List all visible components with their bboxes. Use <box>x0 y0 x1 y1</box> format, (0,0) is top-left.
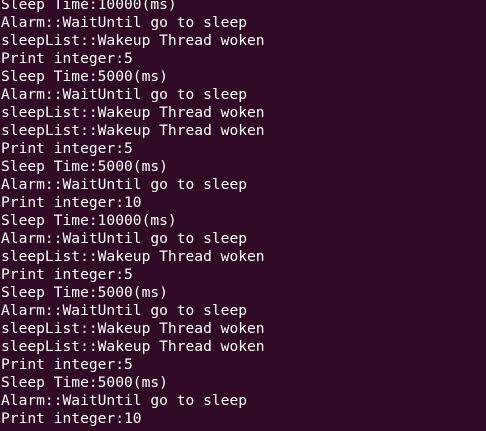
terminal-line: sleepList::Wakeup Thread woken <box>1 104 265 121</box>
terminal-line: Sleep Time:10000(ms) <box>1 0 177 13</box>
terminal-line: Sleep Time:5000(ms) <box>1 284 168 301</box>
terminal-line: sleepList::Wakeup Thread woken <box>1 320 265 337</box>
terminal-line: Alarm::WaitUntil go to sleep <box>1 14 248 31</box>
terminal-line: Print integer:5 <box>1 266 133 283</box>
terminal-line: sleepList::Wakeup Thread woken <box>1 248 265 265</box>
terminal-line: sleepList::Wakeup Thread woken <box>1 338 265 355</box>
terminal-line: Print integer:10 <box>1 410 142 427</box>
terminal-line: Print integer:5 <box>1 140 133 157</box>
terminal-line: Alarm::WaitUntil go to sleep <box>1 230 248 247</box>
terminal-output[interactable]: Sleep Time:10000(ms) Alarm::WaitUntil go… <box>0 0 486 431</box>
terminal-line: sleepList::Wakeup Thread woken <box>1 32 265 49</box>
terminal-line: Alarm::WaitUntil go to sleep <box>1 176 248 193</box>
terminal-line: Sleep Time:5000(ms) <box>1 158 168 175</box>
terminal-line: Alarm::WaitUntil go to sleep <box>1 302 248 319</box>
terminal-line: Sleep Time:10000(ms) <box>1 212 177 229</box>
terminal-line: Print integer:10 <box>1 194 142 211</box>
terminal-line: Sleep Time:5000(ms) <box>1 68 168 85</box>
terminal-line: Alarm::WaitUntil go to sleep <box>1 86 248 103</box>
terminal-line: Print integer:5 <box>1 356 133 373</box>
terminal-line: Alarm::WaitUntil go to sleep <box>1 392 248 409</box>
terminal-line: Print integer:5 <box>1 50 133 67</box>
terminal-line: Sleep Time:5000(ms) <box>1 374 168 391</box>
terminal-line: sleepList::Wakeup Thread woken <box>1 122 265 139</box>
